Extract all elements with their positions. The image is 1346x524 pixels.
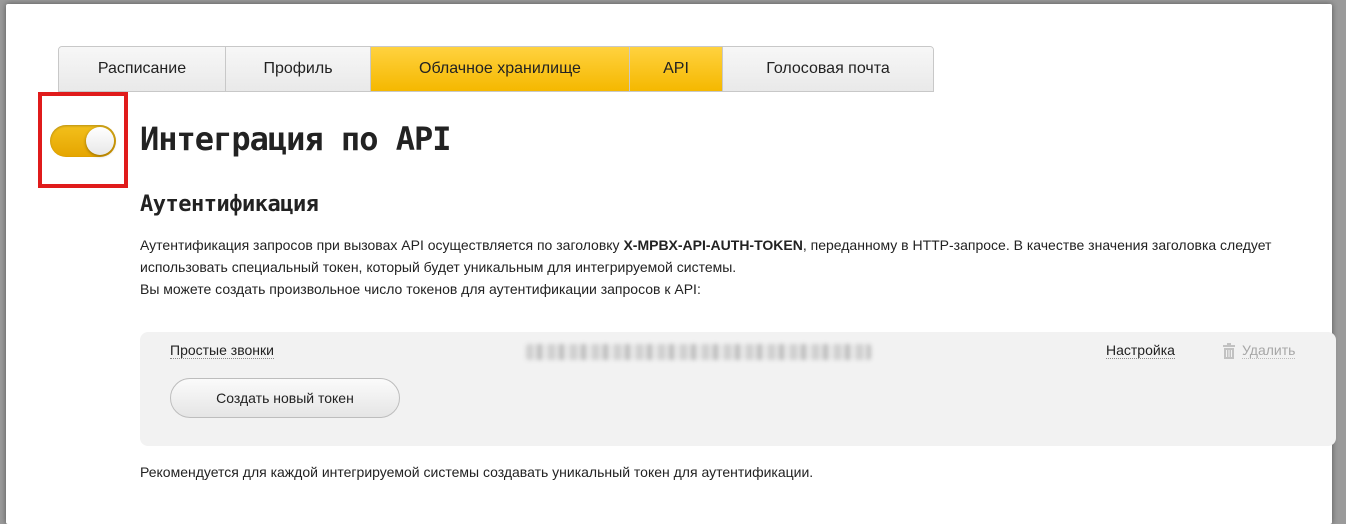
tab-profile[interactable]: Профиль — [226, 47, 371, 91]
tab-cloud-storage[interactable]: Облачное хранилище — [371, 47, 630, 91]
toggle-knob — [86, 127, 114, 155]
token-value-blurred — [526, 344, 871, 360]
auth-description-part1: Аутентификация запросов при вызовах API … — [140, 237, 624, 253]
page-title: Интеграция по API — [140, 120, 452, 158]
token-settings-link[interactable]: Настройка — [1106, 342, 1175, 359]
auth-description-line3: Вы можете создать произвольное число ток… — [140, 281, 701, 297]
tokens-panel: Простые звонки Настройка Удалить Создать… — [140, 332, 1336, 446]
api-integration-toggle[interactable] — [50, 125, 116, 157]
recommendation-note: Рекомендуется для каждой интегрируемой с… — [140, 464, 814, 480]
auth-description: Аутентификация запросов при вызовах API … — [140, 234, 1320, 300]
trash-icon — [1223, 342, 1235, 359]
token-name-link[interactable]: Простые звонки — [170, 342, 274, 359]
tab-api[interactable]: API — [630, 47, 723, 91]
create-token-button[interactable]: Создать новый токен — [170, 378, 400, 418]
auth-token-header: X-MPBX-API-AUTH-TOKEN — [623, 237, 803, 253]
token-delete-button[interactable]: Удалить — [1222, 342, 1296, 359]
token-delete-label: Удалить — [1242, 342, 1296, 359]
section-title-authentication: Аутентификация — [140, 192, 319, 217]
tab-bar: Расписание Профиль Облачное хранилище AP… — [58, 46, 934, 92]
tab-schedule[interactable]: Расписание — [59, 47, 226, 91]
app-window: Расписание Профиль Облачное хранилище AP… — [6, 4, 1336, 524]
tab-voicemail[interactable]: Голосовая почта — [723, 47, 933, 91]
